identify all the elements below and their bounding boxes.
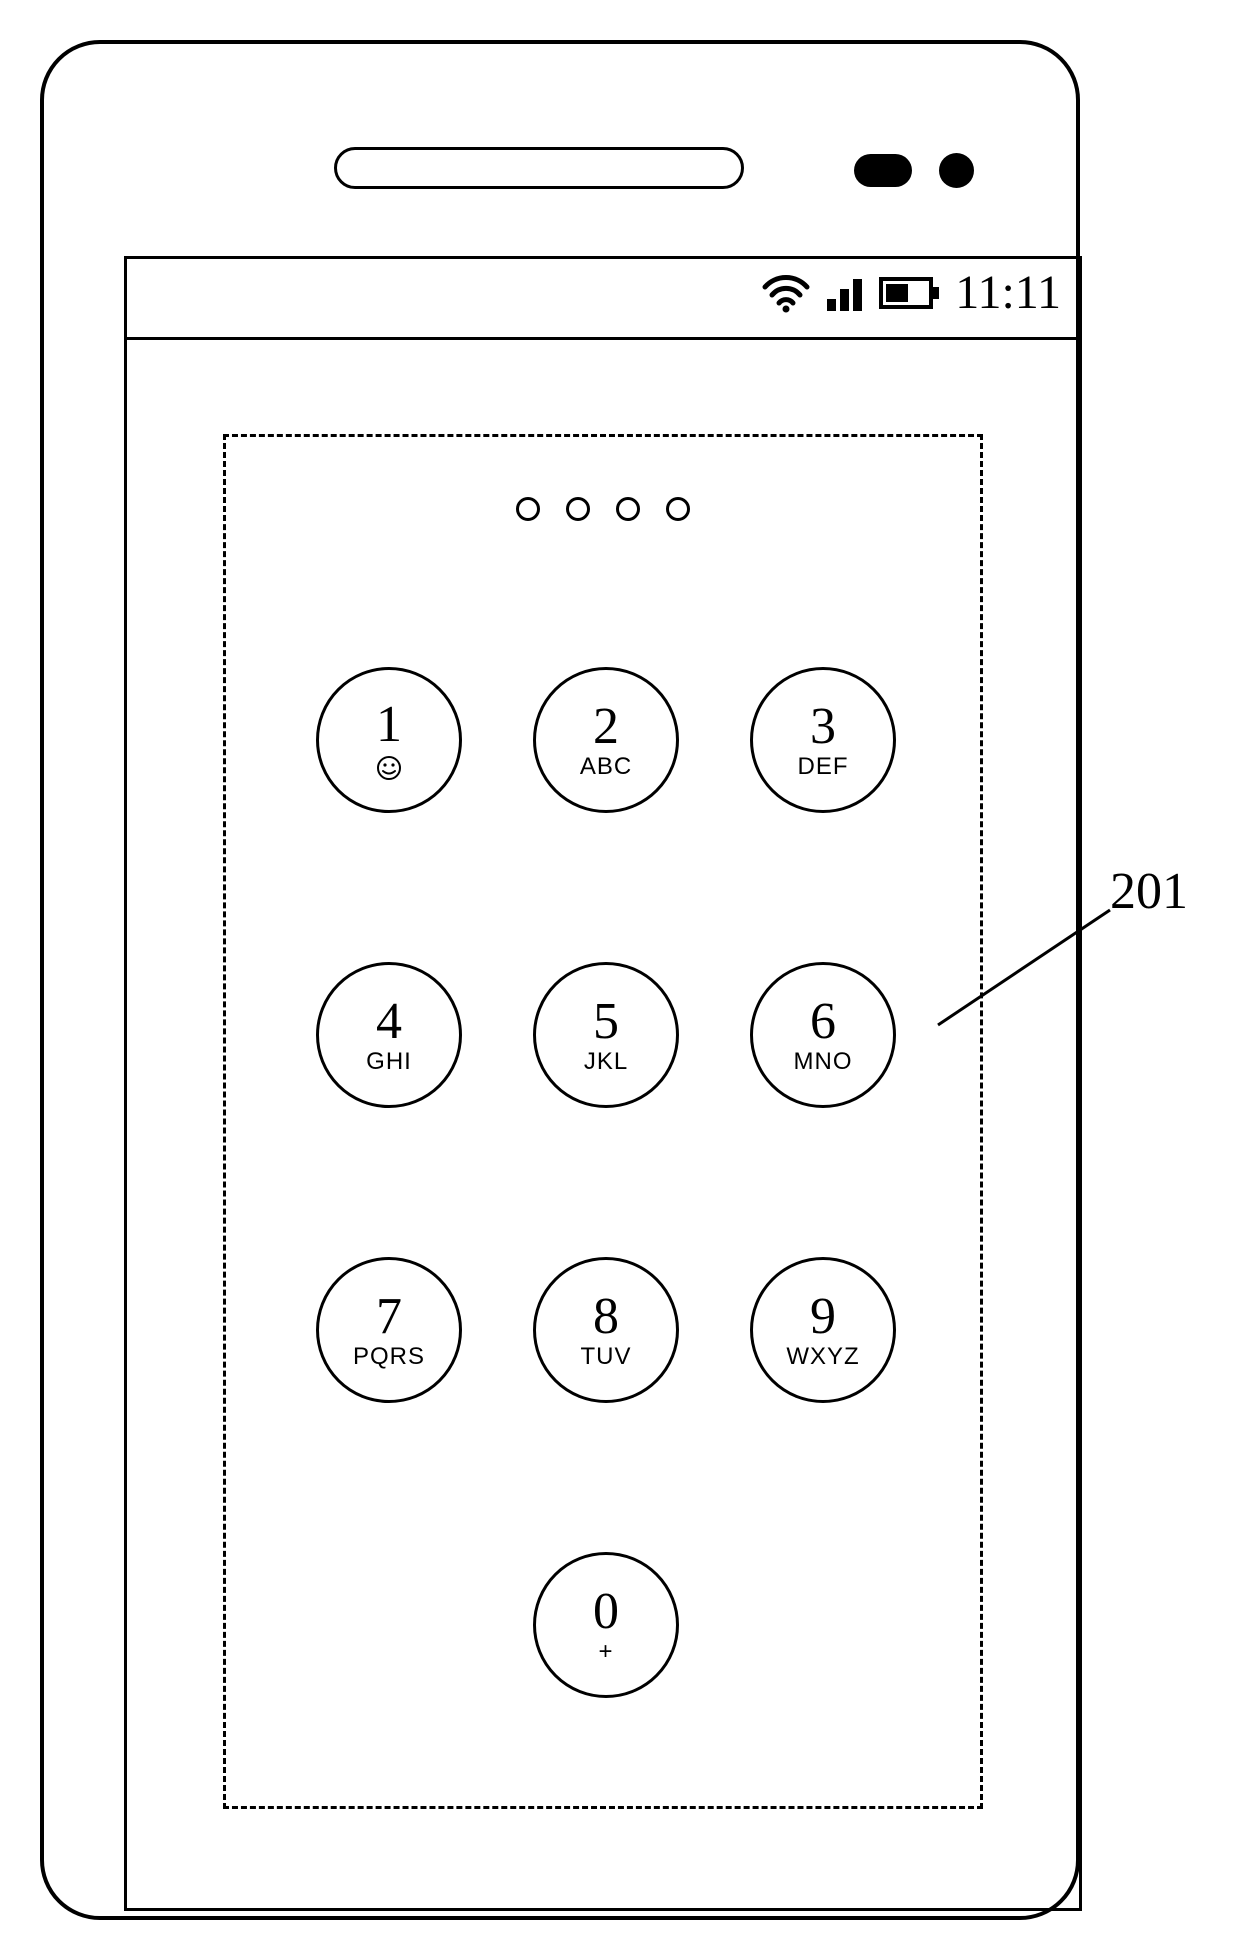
cellular-icon [825, 273, 865, 313]
key-0[interactable]: 0 + [533, 1552, 679, 1698]
phone-body: 11:11 1 [40, 40, 1080, 1920]
key-3-letters: DEF [798, 755, 849, 779]
key-1-digit: 1 [376, 699, 402, 751]
key-1[interactable]: 1 [316, 667, 462, 813]
pin-slot-4 [666, 497, 690, 521]
wifi-icon [761, 273, 811, 313]
front-camera-dot [939, 153, 974, 188]
key-8-digit: 8 [593, 1291, 619, 1343]
speaker-slot [334, 147, 744, 189]
pin-slot-2 [566, 497, 590, 521]
key-2-digit: 2 [593, 701, 619, 753]
keypad-panel: 1 2 ABC 3 DEF [223, 434, 983, 1809]
key-4-digit: 4 [376, 996, 402, 1048]
key-7-letters: PQRS [353, 1345, 425, 1369]
key-7-digit: 7 [376, 1291, 402, 1343]
pin-indicator [226, 497, 980, 521]
key-0-letters: + [598, 1640, 613, 1664]
callout-201-label: 201 [1110, 862, 1188, 921]
sensor-pill [854, 154, 912, 187]
pin-slot-1 [516, 497, 540, 521]
key-5-digit: 5 [593, 996, 619, 1048]
key-8[interactable]: 8 TUV [533, 1257, 679, 1403]
key-9[interactable]: 9 WXYZ [750, 1257, 896, 1403]
key-9-digit: 9 [810, 1291, 836, 1343]
key-3[interactable]: 3 DEF [750, 667, 896, 813]
status-bar: 11:11 [761, 269, 1061, 317]
status-time: 11:11 [955, 269, 1061, 317]
key-2-letters: ABC [580, 755, 632, 779]
battery-icon [879, 275, 941, 311]
phone-screen: 11:11 1 [124, 256, 1082, 1911]
key-4[interactable]: 4 GHI [316, 962, 462, 1108]
key-5[interactable]: 5 JKL [533, 962, 679, 1108]
key-9-letters: WXYZ [786, 1345, 859, 1369]
key-5-letters: JKL [584, 1050, 628, 1074]
key-6-digit: 6 [810, 996, 836, 1048]
key-3-digit: 3 [810, 701, 836, 753]
smiley-icon [376, 755, 402, 781]
key-6-letters: MNO [794, 1050, 853, 1074]
pin-slot-3 [616, 497, 640, 521]
key-7[interactable]: 7 PQRS [316, 1257, 462, 1403]
status-divider [127, 337, 1079, 340]
key-4-letters: GHI [366, 1050, 412, 1074]
key-2[interactable]: 2 ABC [533, 667, 679, 813]
key-6[interactable]: 6 MNO [750, 962, 896, 1108]
key-0-digit: 0 [593, 1586, 619, 1638]
key-8-letters: TUV [581, 1345, 632, 1369]
